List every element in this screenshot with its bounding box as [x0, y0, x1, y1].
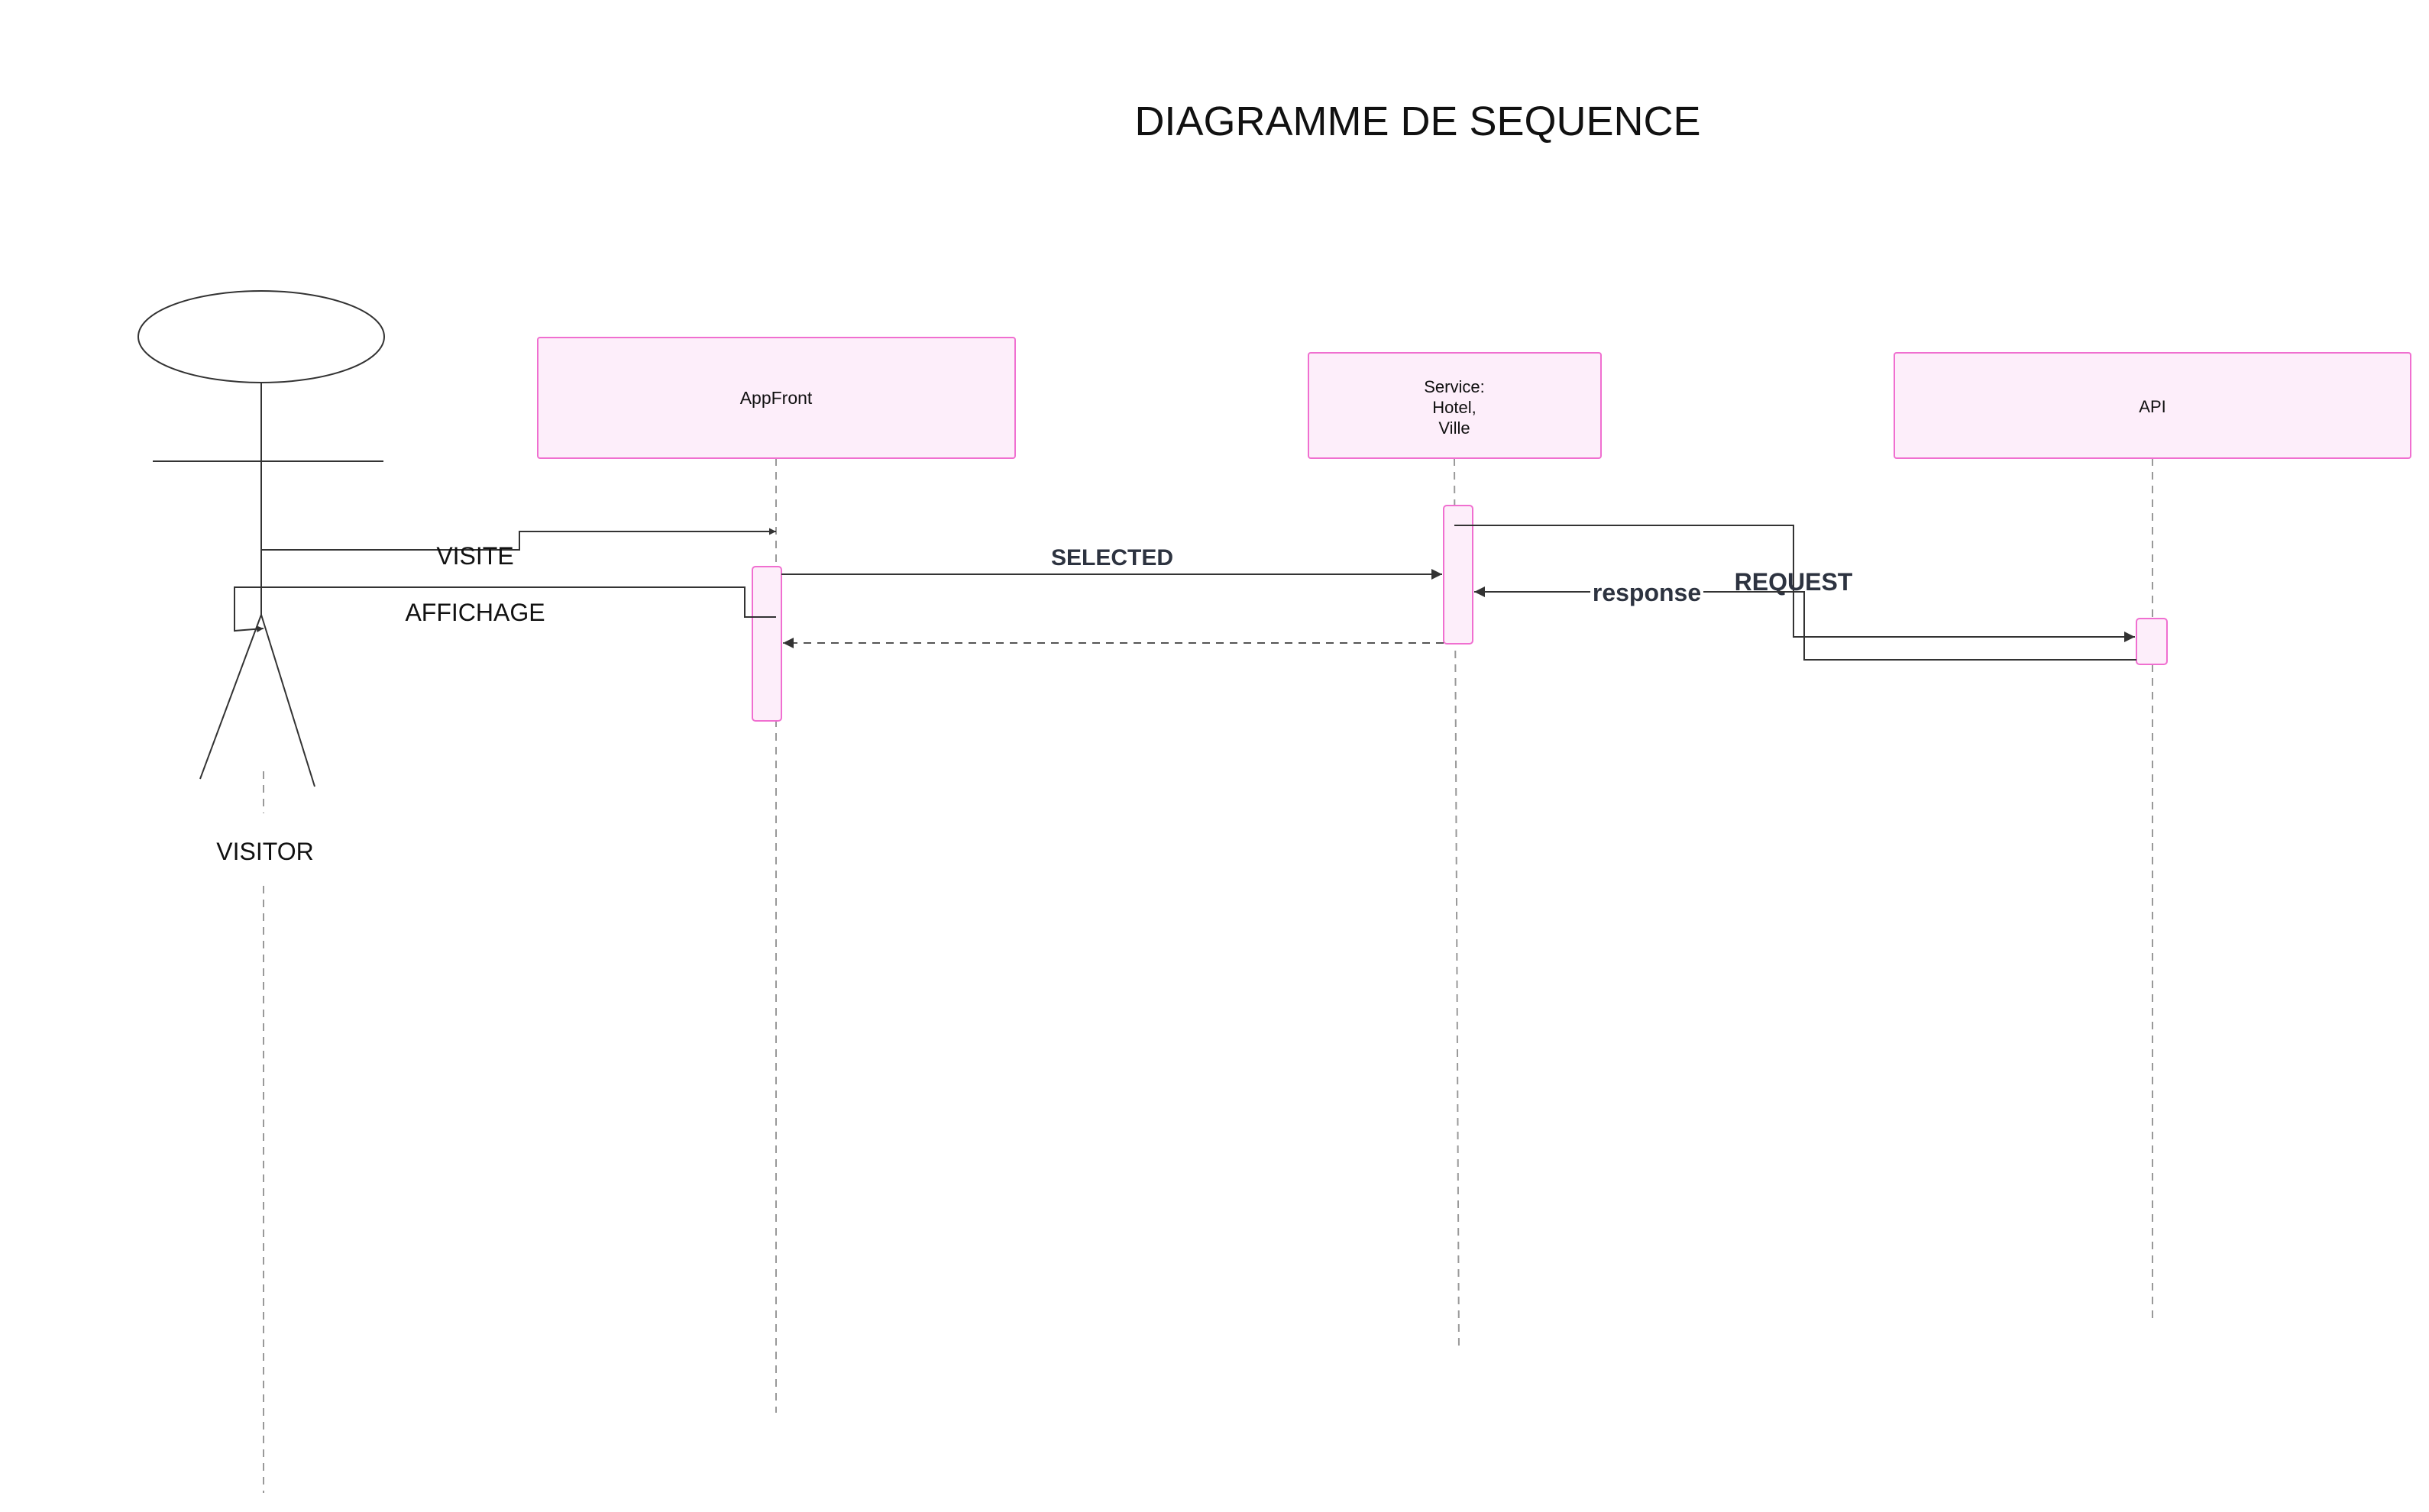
diagram-title: DIAGRAMME DE SEQUENCE	[1134, 99, 1700, 144]
participant-appfront[interactable]: AppFront	[537, 337, 1016, 459]
participant-api[interactable]: API	[1894, 352, 2411, 459]
message-response-arrow	[1474, 586, 2136, 661]
actor-leg-right	[260, 614, 315, 787]
message-response-label: response	[1593, 579, 1701, 606]
actor-leg-left	[199, 614, 262, 780]
participant-service[interactable]: Service: Hotel, Ville	[1308, 352, 1602, 459]
message-visite-label: VISITE	[436, 542, 513, 570]
participant-service-line2: Hotel,	[1432, 398, 1476, 417]
appfront-activation	[752, 566, 782, 722]
message-selected-label: SELECTED	[1051, 545, 1173, 570]
message-affichage-label: AFFICHAGE	[405, 599, 545, 626]
participant-service-line1: Service:	[1424, 377, 1484, 396]
visitor-actor	[137, 290, 385, 787]
participant-service-line3: Ville	[1438, 418, 1470, 438]
participant-api-label: API	[2139, 397, 2165, 416]
service-activation	[1443, 505, 1473, 645]
message-visite-arrow	[261, 528, 776, 551]
participant-appfront-label: AppFront	[740, 388, 813, 408]
sequence-diagram: DIAGRAMME DE SEQUENCE VISITOR AppFront S…	[137, 99, 2411, 1493]
actor-head	[137, 290, 385, 383]
api-activation	[2136, 618, 2168, 665]
visitor-label: VISITOR	[216, 838, 313, 865]
